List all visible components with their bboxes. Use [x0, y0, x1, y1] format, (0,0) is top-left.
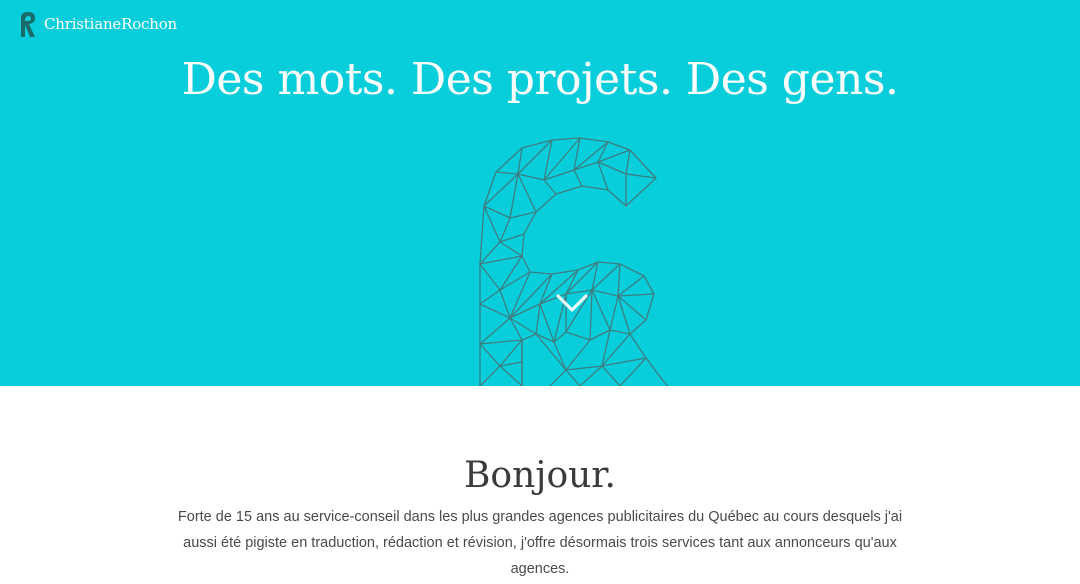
- scroll-down-button[interactable]: [554, 290, 590, 316]
- brand-logo-link[interactable]: ChristianeRochon: [18, 10, 177, 38]
- brand-name: ChristianeRochon: [44, 15, 177, 33]
- intro-text: Forte de 15 ans au service-conseil dans …: [177, 509, 903, 577]
- hero-title: Des mots. Des projets. Des gens.: [181, 54, 899, 105]
- intro-section: Bonjour. Forte de 15 ans au service-cons…: [0, 386, 1080, 584]
- hero-section: ChristianeRochon Des mots. Des projets. …: [0, 0, 1080, 386]
- r-monogram-icon: [21, 12, 35, 37]
- geometric-r-icon: [479, 137, 669, 386]
- intro-title: Bonjour.: [463, 455, 617, 496]
- chevron-down-icon: [556, 294, 588, 312]
